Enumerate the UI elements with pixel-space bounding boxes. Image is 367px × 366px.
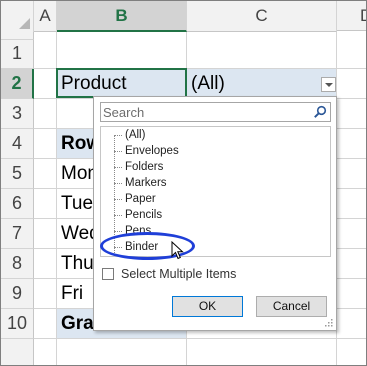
row-header-5[interactable]: 5 bbox=[1, 159, 34, 189]
cell-b2-filter-field[interactable]: Product bbox=[57, 69, 186, 98]
gridline bbox=[34, 338, 366, 339]
filter-item-list[interactable]: (All) Envelopes Folders Markers Paper Pe… bbox=[100, 126, 331, 257]
select-all-triangle-icon bbox=[19, 18, 30, 29]
list-item-label: Envelopes bbox=[125, 145, 179, 157]
filter-dropdown-button[interactable] bbox=[321, 77, 336, 92]
row-header-10[interactable]: 10 bbox=[1, 309, 34, 339]
tree-dash bbox=[114, 151, 122, 152]
spreadsheet-window: A B C D 1 2 3 4 5 6 7 8 9 10 Product (Al… bbox=[0, 0, 367, 366]
row-header-9[interactable]: 9 bbox=[1, 279, 34, 309]
list-item-label: Pens bbox=[125, 225, 152, 237]
tree-dash bbox=[114, 231, 122, 232]
tree-dash bbox=[114, 247, 122, 248]
search-input[interactable] bbox=[103, 104, 308, 120]
row-header-spacer bbox=[1, 339, 34, 365]
list-item-label: (All) bbox=[125, 129, 146, 141]
cancel-button[interactable]: Cancel bbox=[256, 296, 327, 317]
tree-dash bbox=[114, 135, 122, 136]
row-header-2[interactable]: 2 bbox=[1, 69, 34, 99]
list-item-label: Binder bbox=[125, 241, 159, 253]
row-header-1[interactable]: 1 bbox=[1, 39, 34, 69]
column-header-a[interactable]: A bbox=[34, 1, 57, 32]
row-header-top-strip bbox=[1, 32, 34, 40]
row-header-7[interactable]: 7 bbox=[1, 219, 34, 249]
column-header-c[interactable]: C bbox=[187, 1, 337, 32]
ok-button[interactable]: OK bbox=[172, 296, 243, 317]
select-multiple-label: Select Multiple Items bbox=[121, 267, 237, 281]
row-header-3[interactable]: 3 bbox=[1, 99, 34, 129]
column-header-d[interactable]: D bbox=[337, 1, 366, 31]
select-all-corner[interactable] bbox=[1, 1, 34, 33]
select-multiple-checkbox[interactable] bbox=[102, 268, 114, 280]
row-header-4[interactable]: 4 bbox=[1, 129, 34, 159]
search-box[interactable] bbox=[100, 102, 331, 122]
list-item-label: Markers bbox=[125, 177, 167, 189]
tree-connector-line bbox=[114, 135, 115, 256]
column-header-row: A B C D bbox=[1, 1, 366, 33]
list-item-label: Paper bbox=[125, 193, 156, 205]
tree-dash bbox=[114, 183, 122, 184]
resize-grip-icon[interactable] bbox=[324, 318, 333, 327]
list-item-label: Folders bbox=[125, 161, 164, 173]
tree-dash bbox=[114, 167, 122, 168]
row-header-6[interactable]: 6 bbox=[1, 189, 34, 219]
column-header-b[interactable]: B bbox=[57, 1, 187, 32]
cell-c2-filter-value[interactable]: (All) bbox=[187, 69, 336, 98]
list-item-label: Pencils bbox=[125, 209, 163, 221]
pivot-filter-popup: (All) Envelopes Folders Markers Paper Pe… bbox=[93, 96, 337, 331]
mouse-pointer-icon bbox=[171, 241, 184, 260]
row-header-8[interactable]: 8 bbox=[1, 249, 34, 279]
tree-dash bbox=[114, 215, 122, 216]
search-icon[interactable] bbox=[313, 105, 327, 119]
tree-dash bbox=[114, 199, 122, 200]
